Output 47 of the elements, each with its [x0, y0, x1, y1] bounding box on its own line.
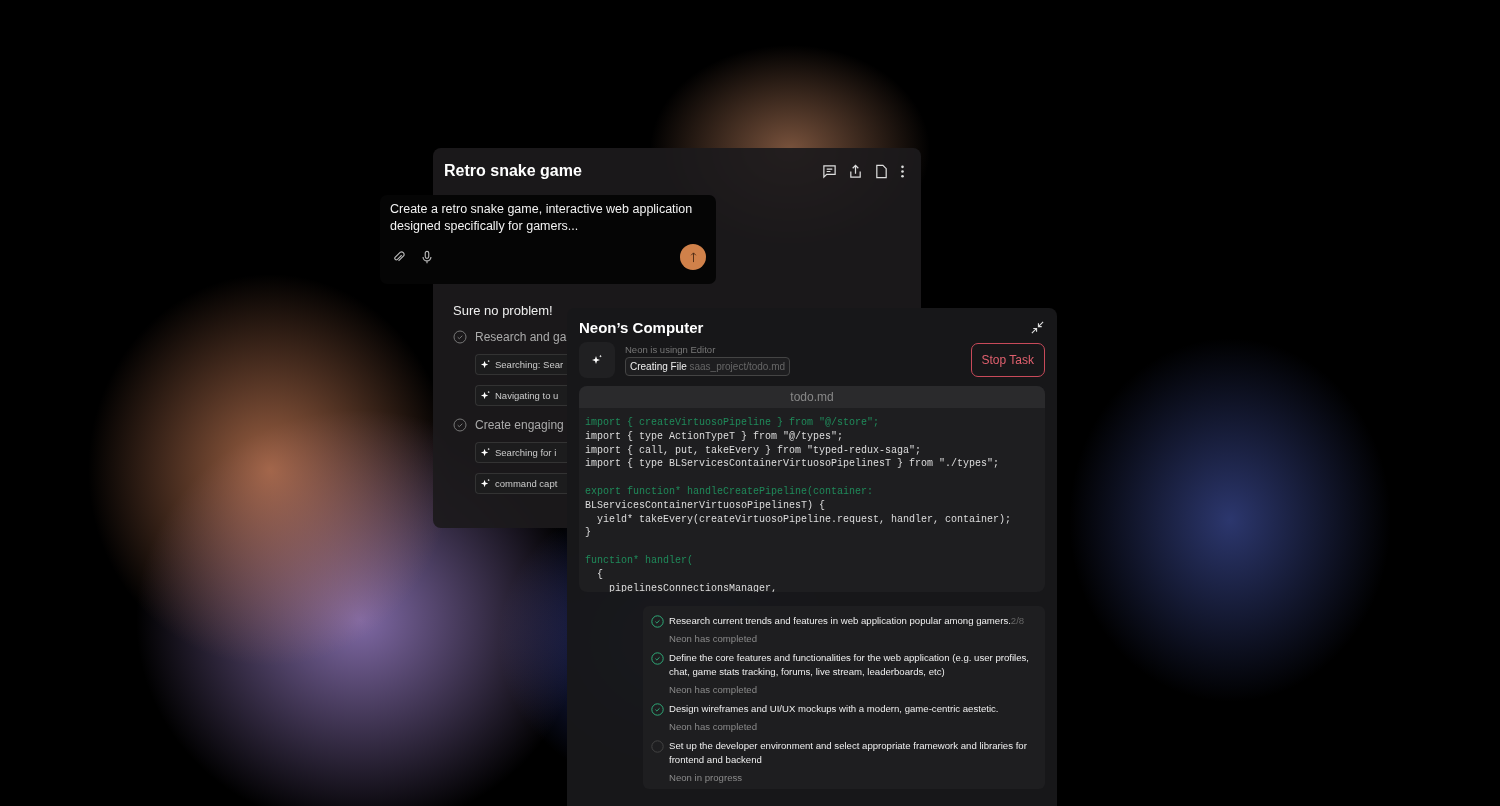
- task-status: Neon has completed: [669, 633, 758, 644]
- window-title: Retro snake game: [444, 162, 582, 180]
- code-line: function* handler(: [585, 553, 695, 568]
- send-button[interactable]: [680, 244, 706, 270]
- code-line: import { type BLServicesContainerVirtuosoPipelinesT } from "./types";: [585, 457, 1001, 472]
- collapse-icon[interactable]: [1030, 320, 1045, 335]
- task-status: Neon has completed: [669, 721, 758, 732]
- code-line: }: [585, 526, 592, 541]
- stop-task-button[interactable]: Stop Task: [970, 343, 1045, 377]
- substep-chip[interactable]: command capt: [475, 473, 567, 494]
- step-text: Research and ga: [475, 330, 567, 344]
- code-line: import { createVirtuosoPipeline } from "@/store";: [585, 416, 881, 430]
- substep-chip[interactable]: Searching: Sear: [475, 354, 567, 375]
- code-line: import { type ActionTypeT } from "@/types";: [585, 429, 845, 444]
- reply-text: Sure no problem!: [453, 303, 554, 318]
- substep-chip[interactable]: Searching for i: [475, 442, 567, 463]
- substep-chip[interactable]: Navigating to u: [475, 385, 567, 406]
- action-pill: Creating File saas_project/todo.md: [625, 357, 791, 376]
- check-circle-icon: [453, 330, 467, 344]
- more-icon[interactable]: [900, 163, 905, 179]
- sparkle-icon: [480, 447, 491, 458]
- task-text: Set up the developer environment and select appropriate framework and libraries for frontend and backend: [669, 739, 1028, 767]
- task-text: Define the core features and functionalities for the web application (e.g. user profiles, chat, game stats tracking, forums, live stream, leaderboards, etc): [669, 651, 1030, 679]
- window-title: Neon’s Computer: [579, 319, 704, 336]
- comment-icon[interactable]: [822, 163, 837, 179]
- sparkle-icon: [591, 354, 603, 366]
- document-icon[interactable]: [874, 163, 889, 179]
- task-status: Neon in progress: [669, 772, 744, 783]
- activity-text: Neon is usingn Editor: [625, 344, 717, 355]
- step-text: Create engaging: [475, 418, 564, 432]
- code-line: yield* takeEvery(createVirtuosoPipeline.request, handler, container);: [596, 512, 1013, 527]
- sparkle-icon: [480, 390, 491, 401]
- code-line: export function* handleCreatePipeline(container:: [585, 485, 875, 499]
- microphone-icon[interactable]: [420, 250, 434, 264]
- code-line: pipelinesConnectionsManager,: [608, 581, 779, 592]
- task-status: Neon has completed: [669, 684, 758, 695]
- check-circle-icon: [453, 418, 467, 432]
- code-line: import { call, put, takeEvery } from "typed-redux-saga";: [585, 443, 923, 458]
- task-text: Design wireframes and UI/UX mockups with a modern, game-centric aestetic.: [669, 702, 999, 716]
- share-icon[interactable]: [848, 163, 863, 179]
- sparkle-icon: [480, 359, 491, 370]
- code-line: BLServicesContainerVirtuosoPipelinesT) {: [585, 498, 827, 513]
- code-line: {: [596, 567, 604, 582]
- task-text: Research current trends and features in web application popular among gamers.2/8: [669, 614, 1025, 628]
- prompt-field[interactable]: Create a retro snake game, interactive web application designed specifically for gamers...: [380, 195, 716, 284]
- sparkle-icon: [480, 478, 491, 489]
- paperclip-icon[interactable]: [392, 250, 406, 264]
